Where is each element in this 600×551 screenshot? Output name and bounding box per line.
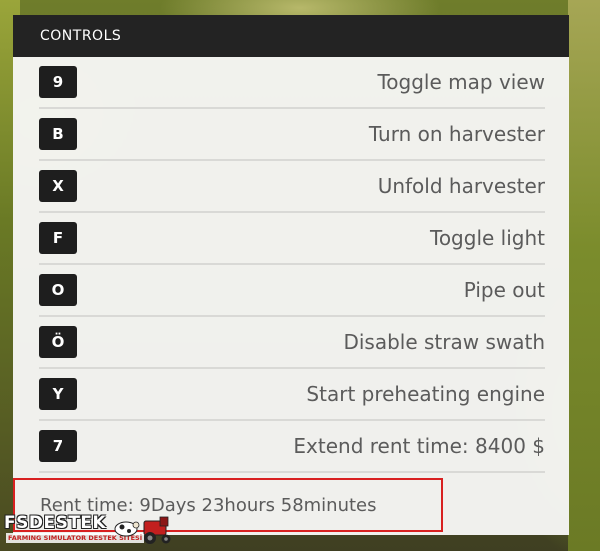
fsdestek-watermark: FSDESTEK FARMING SIMULATOR DESTEK SİTESİ <box>4 513 176 551</box>
control-label: Unfold harvester <box>377 174 545 198</box>
key-cap: B <box>39 118 77 150</box>
controls-list: 9 Toggle map view B Turn on harvester X … <box>13 57 569 473</box>
control-row-turn-on-harvester[interactable]: B Turn on harvester <box>39 109 545 161</box>
background-foliage-right <box>568 0 600 551</box>
control-label: Pipe out <box>463 278 545 302</box>
controls-panel: CONTROLS 9 Toggle map view B Turn on har… <box>13 15 569 535</box>
panel-title: CONTROLS <box>40 28 122 44</box>
control-row-start-preheating-engine[interactable]: Y Start preheating engine <box>39 369 545 421</box>
key-cap: F <box>39 222 77 254</box>
control-row-extend-rent-time[interactable]: 7 Extend rent time: 8400 $ <box>39 421 545 473</box>
control-label: Toggle light <box>430 226 545 250</box>
control-label: Extend rent time: 8400 $ <box>293 434 545 458</box>
control-label: Disable straw swath <box>343 330 545 354</box>
control-row-disable-straw-swath[interactable]: Ö Disable straw swath <box>39 317 545 369</box>
control-label: Start preheating engine <box>306 382 545 406</box>
panel-header: CONTROLS <box>13 15 569 57</box>
control-label: Turn on harvester <box>368 122 545 146</box>
key-cap: 9 <box>39 66 77 98</box>
control-row-toggle-map-view[interactable]: 9 Toggle map view <box>39 57 545 109</box>
control-row-unfold-harvester[interactable]: X Unfold harvester <box>39 161 545 213</box>
tractor-cow-logo-icon <box>114 516 171 544</box>
control-label: Toggle map view <box>377 70 545 94</box>
watermark-title: FSDESTEK <box>4 513 107 533</box>
key-cap: 7 <box>39 430 77 462</box>
control-row-pipe-out[interactable]: O Pipe out <box>39 265 545 317</box>
key-cap: O <box>39 274 77 306</box>
key-cap: Ö <box>39 326 77 358</box>
control-row-toggle-light[interactable]: F Toggle light <box>39 213 545 265</box>
key-cap: X <box>39 170 77 202</box>
key-cap: Y <box>39 378 77 410</box>
